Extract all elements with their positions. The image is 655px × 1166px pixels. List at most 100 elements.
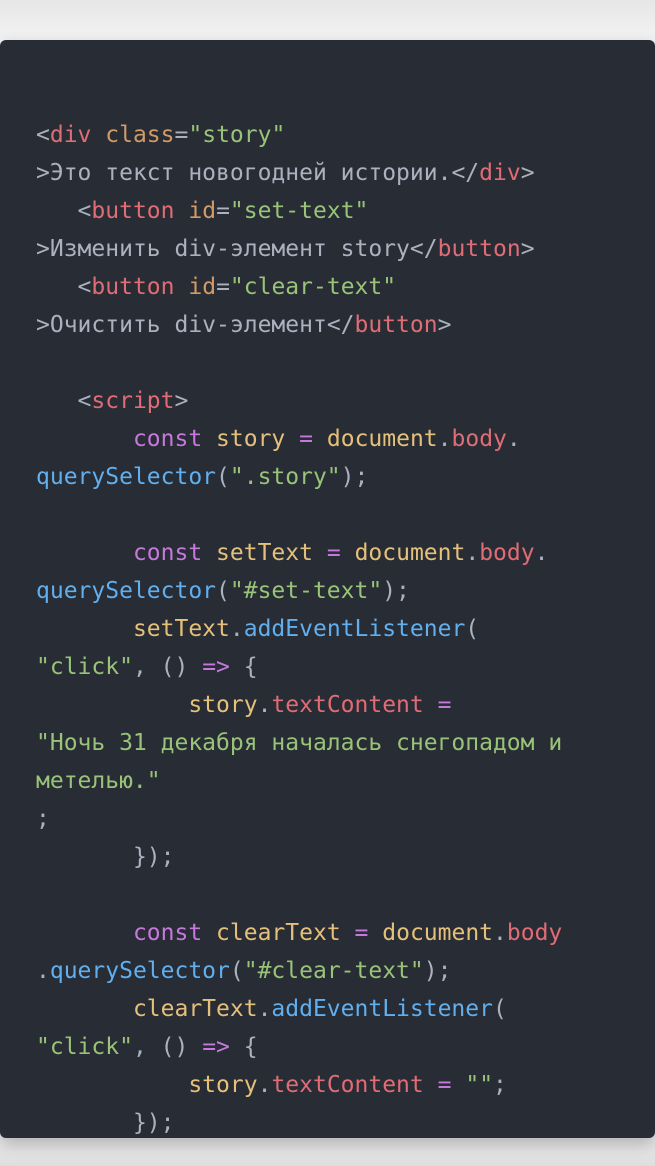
code-token: document	[354, 540, 466, 566]
code-token: clearText	[216, 920, 341, 946]
code-token: </	[451, 160, 480, 186]
code-token: });	[132, 1110, 175, 1136]
code-block: <div class="story" >Это текст новогодней …	[0, 40, 655, 1138]
code-token: textContent	[271, 1072, 424, 1098]
code-token: =>	[202, 654, 230, 680]
code-token: </	[409, 236, 438, 262]
code-token: );	[423, 958, 452, 984]
code-line: "click", () => {	[36, 648, 562, 686]
code-token: button	[91, 274, 175, 300]
code-token: );	[340, 464, 369, 490]
code-token: {	[229, 1034, 258, 1060]
code-token: addEventListener	[243, 616, 466, 642]
code-line: >Это текст новогодней истории.</div>	[36, 154, 562, 192]
code-token: button	[354, 312, 438, 338]
code-token: "story"	[188, 122, 286, 148]
code-line: >Очистить div-элемент</button>	[36, 306, 562, 344]
code-token: story	[216, 426, 286, 452]
code-token: =	[354, 920, 369, 946]
code-token: .	[257, 692, 272, 718]
code-token: document	[382, 920, 494, 946]
code-line: метелью."	[36, 762, 562, 800]
code-token: addEventListener	[271, 996, 493, 1022]
code-token: button	[437, 236, 521, 262]
code-token: <	[77, 198, 92, 224]
code-line: querySelector(".story");	[36, 458, 562, 496]
code-token: , ()	[132, 1034, 203, 1060]
code-token: class	[105, 122, 175, 148]
code-token: .	[36, 958, 50, 984]
code-line: <script>	[36, 382, 562, 420]
code-token: >	[36, 160, 50, 186]
code-token: , ()	[132, 654, 203, 680]
code-line: >Изменить div-элемент story</button>	[36, 230, 562, 268]
code-token: body	[451, 426, 507, 452]
code-line: clearText.addEventListener(	[36, 990, 562, 1028]
code-token: const	[132, 920, 203, 946]
code-token: });	[132, 844, 175, 870]
code-token: (	[216, 578, 230, 604]
code-token: );	[382, 578, 410, 604]
code-line: story.textContent = "";	[36, 1066, 562, 1104]
code-token: button	[91, 198, 175, 224]
code-token: "set-text"	[229, 198, 369, 224]
code-line: ;	[36, 800, 562, 838]
code-token: =	[326, 540, 341, 566]
code-line: "Ночь 31 декабря началась снегопадом и	[36, 724, 562, 762]
code-token: .	[229, 616, 244, 642]
code-token: <	[36, 122, 50, 148]
code-token: Изменить div-элемент story	[49, 236, 410, 262]
code-line: setText.addEventListener(	[36, 610, 562, 648]
code-line: });	[36, 838, 562, 876]
code-token: =	[174, 122, 189, 148]
code-token: div	[49, 122, 92, 148]
code-line: });	[36, 1104, 562, 1142]
code-line: story.textContent =	[36, 686, 562, 724]
code-line: const clearText = document.body	[36, 914, 562, 952]
code-token: <	[77, 388, 92, 414]
code-line: <button id="clear-text"	[36, 268, 562, 306]
code-token: const	[132, 540, 203, 566]
code-token: >	[36, 312, 50, 338]
code-token: "clear-text"	[229, 274, 397, 300]
code-token: body	[506, 920, 563, 946]
code-token: ;	[36, 806, 50, 832]
code-token: метелью."	[36, 768, 161, 794]
code-token: .	[493, 920, 507, 946]
code-token: querySelector	[36, 464, 217, 490]
code-content: <div class="story" >Это текст новогодней …	[36, 116, 562, 1142]
code-token: querySelector	[49, 958, 230, 984]
code-token: script	[91, 388, 175, 414]
code-token: >	[520, 160, 535, 186]
code-token: document	[326, 426, 438, 452]
code-token: setText	[216, 540, 313, 566]
code-token: =	[216, 274, 230, 300]
code-token: (	[492, 996, 507, 1022]
code-token: </	[326, 312, 355, 338]
code-line: .querySelector("#clear-text");	[36, 952, 562, 990]
code-token: (	[216, 464, 230, 490]
code-token: .	[534, 540, 549, 566]
code-token: "click"	[36, 1034, 133, 1060]
code-token: story	[188, 1072, 258, 1098]
